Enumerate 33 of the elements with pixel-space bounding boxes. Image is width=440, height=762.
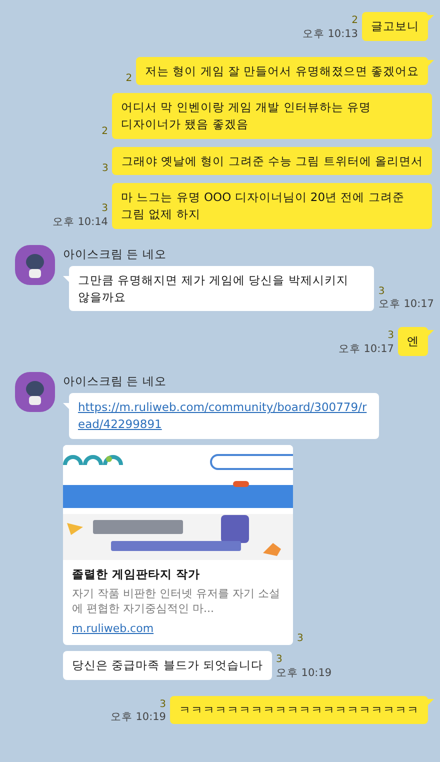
unread-count: 3 xyxy=(102,162,108,176)
unread-count: 3 xyxy=(102,203,108,216)
message-bubble: 어디서 막 인벤이랑 게임 개발 인터뷰하는 유명 디자이너가 됐음 좋겠음 xyxy=(112,93,432,139)
unread-count: 3 xyxy=(276,654,282,667)
message-bubble: 저는 형이 게임 잘 만들어서 유명해졌으면 좋겠어요 xyxy=(136,56,428,86)
unread-count: 2 xyxy=(102,126,108,139)
message-time: 오후 10:13 xyxy=(302,28,358,41)
message-time: 오후 10:14 xyxy=(52,216,108,229)
preview-title: 졸렬한 게임판타지 작가 xyxy=(72,566,202,583)
message-time: 오후 10:19 xyxy=(110,711,166,724)
message-time: 오후 10:17 xyxy=(338,342,394,356)
preview-description: 자기 작품 비판한 인터넷 유저를 자기 소설에 편협한 자기중심적인 마... xyxy=(72,586,281,616)
message-bubble: 그만큼 유명해지면 제가 게임에 당신을 박제시키지 않을까요 xyxy=(69,266,374,312)
message-bubble: 마 느그는 유명 OOO 디자이너님이 20년 전에 그려준 그림 없제 하지 xyxy=(112,183,432,229)
message-bubble: 글고보니 xyxy=(362,12,428,41)
message-bubble: ㅋㅋㅋㅋㅋㅋㅋㅋㅋㅋㅋㅋㅋㅋㅋㅋㅋㅋㅋㅋ xyxy=(170,696,428,724)
avatar-icon[interactable] xyxy=(15,372,55,412)
message-bubble: 당신은 중급마족 블드가 되엇습니다 xyxy=(63,651,272,680)
sender-name: 아이스크림 든 네오 xyxy=(63,246,168,263)
unread-count: 2 xyxy=(352,15,358,28)
message-bubble: 그래야 옛날에 형이 그려준 수능 그림 트위터에 올리면서 xyxy=(112,146,432,176)
unread-count: 2 xyxy=(126,72,132,86)
unread-count: 3 xyxy=(297,632,304,645)
message-time: 오후 10:19 xyxy=(276,666,332,680)
avatar-icon[interactable] xyxy=(15,244,55,285)
message-bubble: 엔 xyxy=(398,327,428,356)
sender-name: 아이스크림 든 네오 xyxy=(63,372,168,390)
message-time: 오후 10:17 xyxy=(378,298,434,312)
unread-count: 3 xyxy=(388,330,394,343)
unread-count: 3 xyxy=(378,286,385,298)
preview-domain[interactable]: m.ruliweb.com xyxy=(72,620,154,637)
unread-count: 3 xyxy=(160,698,166,712)
link-url[interactable]: https://m.ruliweb.com/community/board/300779/read/42299891 xyxy=(78,399,370,433)
